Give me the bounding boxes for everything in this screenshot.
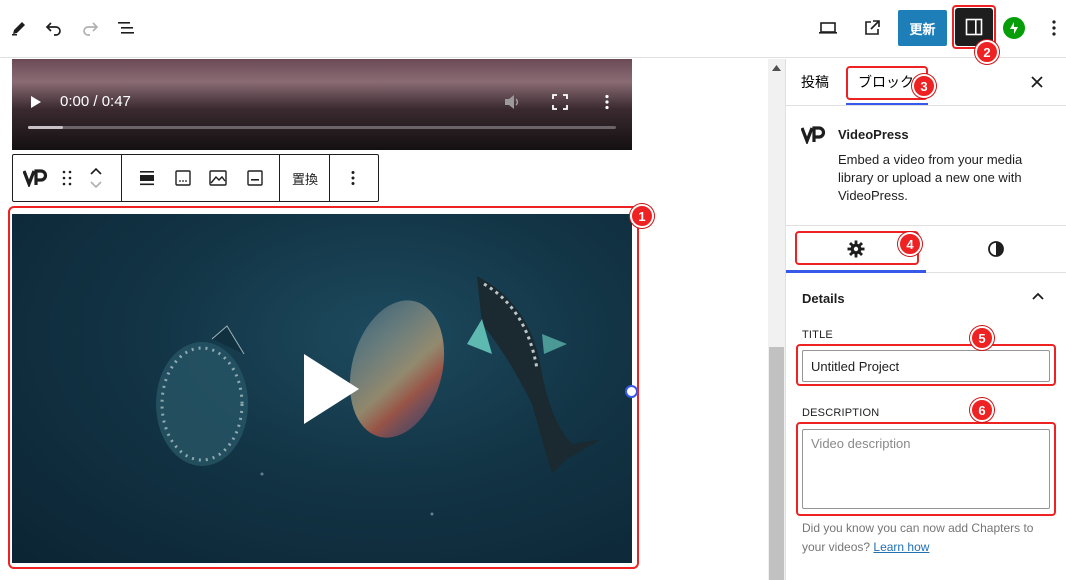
block-name: VideoPress (838, 127, 909, 142)
fullscreen-icon[interactable] (552, 94, 568, 110)
replace-button[interactable]: 置換 (287, 155, 323, 201)
callout-badge-6: 6 (970, 398, 994, 422)
resize-handle[interactable] (625, 385, 638, 398)
description-label: DESCRIPTION (802, 407, 880, 419)
block-card: VideoPress Embed a video from your media… (786, 106, 1066, 226)
learn-how-link[interactable]: Learn how (873, 540, 929, 554)
callout-badge-2: 2 (975, 40, 999, 64)
redo-icon[interactable] (76, 14, 104, 42)
block-description: Embed a video from your media library or… (838, 152, 1023, 203)
videopress-block-icon[interactable] (21, 155, 51, 201)
chevron-down-icon[interactable] (90, 181, 102, 189)
callout-1-highlight (8, 206, 639, 569)
video-progress-bar[interactable] (28, 126, 616, 129)
play-icon[interactable] (30, 95, 42, 109)
video-time: 0:00 / 0:47 (60, 93, 131, 110)
editor-canvas: 0:00 / 0:47 置換 1 (0, 59, 768, 580)
callout-5-highlight (796, 344, 1056, 386)
chevron-up-icon[interactable] (1032, 292, 1044, 300)
tab-post[interactable]: 投稿 (801, 59, 829, 105)
document-overview-icon[interactable] (112, 14, 140, 42)
move-block-arrows[interactable] (85, 155, 107, 201)
callout-badge-5: 5 (970, 326, 994, 350)
close-sidebar-icon[interactable] (1024, 69, 1050, 95)
block-options-icon[interactable] (341, 155, 365, 201)
view-post-external-icon[interactable] (858, 14, 886, 42)
more-options-icon[interactable] (1040, 14, 1066, 42)
block-toolbar: 置換 (12, 154, 379, 202)
details-panel-title[interactable]: Details (802, 291, 845, 306)
scroll-thumb[interactable] (769, 347, 784, 580)
active-subtab-indicator (786, 270, 926, 273)
chapters-help-text: Did you know you can now add Chapters to… (802, 519, 1052, 557)
update-button[interactable]: 更新 (898, 10, 947, 46)
callout-badge-1: 1 (630, 204, 654, 228)
title-label: TITLE (802, 329, 833, 341)
styles-half-circle-icon[interactable] (987, 240, 1005, 258)
chevron-up-icon[interactable] (90, 167, 102, 175)
videopress-icon (801, 126, 826, 144)
preview-device-icon[interactable] (814, 14, 842, 42)
editor-top-toolbar: 更新 (0, 0, 1066, 58)
poster-image-icon[interactable] (206, 155, 230, 201)
align-icon[interactable] (135, 155, 159, 201)
pencil-tool-icon[interactable] (5, 14, 33, 42)
canvas-scrollbar[interactable] (768, 59, 785, 580)
scroll-up-icon[interactable] (772, 65, 781, 71)
volume-icon[interactable] (503, 93, 521, 111)
caption-icon[interactable] (171, 155, 195, 201)
undo-icon[interactable] (40, 14, 68, 42)
callout-6-highlight (796, 422, 1056, 516)
callout-badge-3: 3 (912, 74, 936, 98)
video-menu-icon[interactable] (604, 94, 610, 110)
jetpack-icon[interactable] (1003, 17, 1025, 39)
callout-badge-4: 4 (898, 232, 922, 256)
video-player-previous[interactable]: 0:00 / 0:47 (12, 59, 632, 150)
cover-icon[interactable] (243, 155, 267, 201)
drag-handle-icon[interactable] (57, 155, 77, 201)
video-progress-fill (28, 126, 64, 129)
